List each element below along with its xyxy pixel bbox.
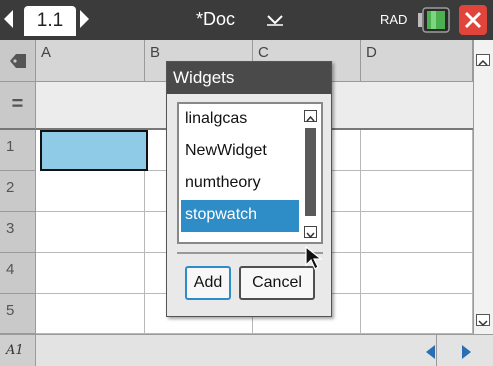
formula-row-header[interactable]: = <box>0 82 36 130</box>
list-item[interactable]: NewWidget <box>181 136 299 168</box>
cell-d4[interactable] <box>361 253 473 294</box>
page-tab[interactable]: 1.1 <box>24 6 76 36</box>
scroll-thumb[interactable] <box>305 128 316 216</box>
chevron-left-icon[interactable] <box>4 10 13 28</box>
cell-a2[interactable] <box>36 171 145 212</box>
cell-a3[interactable] <box>36 212 145 253</box>
divider <box>177 252 323 254</box>
scroll-up-icon[interactable] <box>304 110 317 122</box>
cell-a4[interactable] <box>36 253 145 294</box>
row-header-1[interactable]: 1 <box>0 130 36 171</box>
document-title[interactable]: *Doc <box>196 9 235 30</box>
scroll-down-icon[interactable] <box>476 314 490 327</box>
cell-reference: A1 <box>0 335 36 366</box>
status-bar: A1 <box>0 334 493 366</box>
widget-list[interactable]: linalgcas NewWidget numtheory stopwatch <box>177 102 323 244</box>
battery-icon <box>418 7 450 33</box>
list-item[interactable]: numtheory <box>181 168 299 200</box>
row-header-4[interactable]: 4 <box>0 253 36 294</box>
row-header-3[interactable]: 3 <box>0 212 36 253</box>
divider <box>436 335 437 366</box>
widgets-dialog: Widgets linalgcas NewWidget numtheory st… <box>166 61 332 317</box>
row-header-5[interactable]: 5 <box>0 294 36 334</box>
list-item-selected[interactable]: stopwatch <box>181 200 299 232</box>
cancel-button[interactable]: Cancel <box>239 266 315 300</box>
scroll-down-icon[interactable] <box>304 226 317 239</box>
column-header-a[interactable]: A <box>36 40 145 82</box>
list-scrollbar[interactable] <box>303 106 319 240</box>
cell-a5[interactable] <box>36 294 145 334</box>
row-header-2[interactable]: 2 <box>0 171 36 212</box>
mouse-pointer-icon <box>305 245 323 270</box>
scroll-up-icon[interactable] <box>476 54 490 66</box>
cell-a1[interactable] <box>40 130 148 171</box>
chevron-right-icon[interactable] <box>80 10 89 28</box>
list-item[interactable]: linalgcas <box>181 104 299 136</box>
angle-mode-indicator: RAD <box>380 12 408 27</box>
column-header-d[interactable]: D <box>361 40 473 82</box>
corner-cell[interactable] <box>0 40 36 82</box>
next-arrow-icon[interactable] <box>462 345 471 359</box>
cell-d2[interactable] <box>361 171 473 212</box>
tag-icon <box>10 54 26 68</box>
cell-d3[interactable] <box>361 212 473 253</box>
close-icon[interactable] <box>458 4 488 36</box>
previous-arrow-icon[interactable] <box>426 345 435 359</box>
top-bar: 1.1 *Doc RAD <box>0 0 493 40</box>
caret-down-icon[interactable] <box>266 14 284 26</box>
cell-d5[interactable] <box>361 294 473 334</box>
dialog-title: Widgets <box>167 62 331 94</box>
vertical-scrollbar[interactable] <box>473 40 493 334</box>
add-button[interactable]: Add <box>185 266 231 300</box>
cell-d1[interactable] <box>361 130 473 171</box>
